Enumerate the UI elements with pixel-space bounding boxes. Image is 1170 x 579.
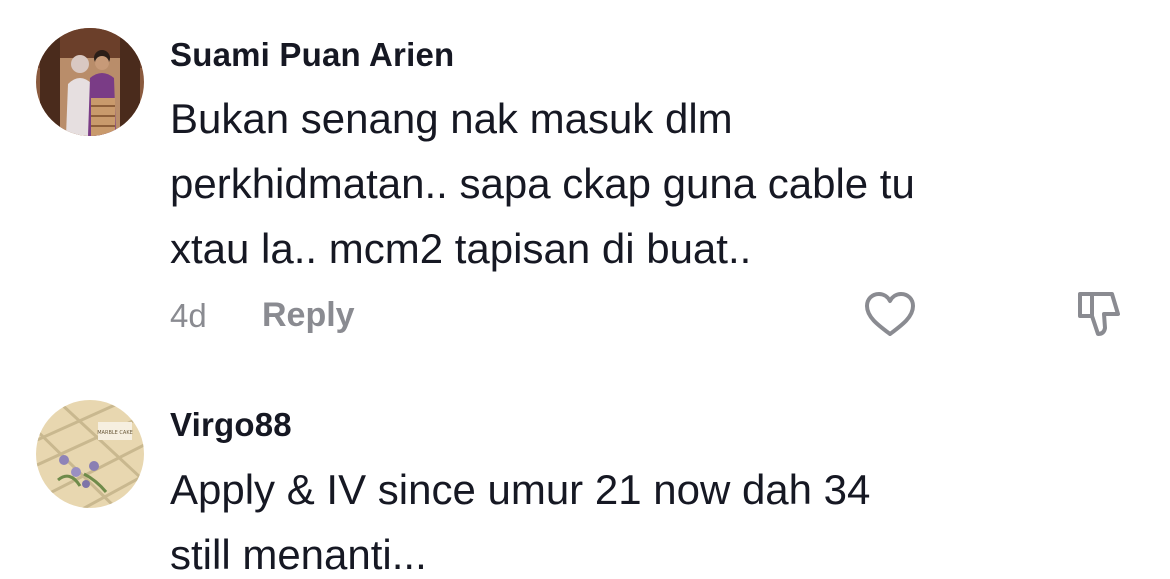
like-button[interactable]: [862, 290, 918, 340]
comment-text-line: still menanti...: [170, 531, 427, 578]
dislike-button[interactable]: [1074, 288, 1124, 340]
thumbs-down-icon: [1078, 292, 1120, 336]
comment-text-line: xtau la.. mcm2 tapisan di buat..: [170, 225, 752, 272]
comment-timestamp: 4d: [170, 297, 207, 334]
reply-button[interactable]: Reply: [262, 296, 355, 335]
comment-item: Suami Puan Arien Bukan senang nak masuk …: [0, 0, 1170, 360]
comment-text-line: Bukan senang nak masuk dlm: [170, 95, 733, 142]
comment-username[interactable]: Virgo88: [170, 406, 292, 444]
cake-photo-avatar-icon: MARBLE CAKE: [36, 400, 144, 508]
avatar-text: MARBLE CAKE: [97, 430, 133, 436]
avatar[interactable]: [36, 28, 144, 136]
comment-text-line: Apply & IV since umur 21 now dah 34: [170, 466, 871, 513]
avatar[interactable]: MARBLE CAKE: [36, 400, 144, 508]
comment-username[interactable]: Suami Puan Arien: [170, 36, 454, 74]
couple-photo-avatar-icon: [36, 28, 144, 136]
comment-item: MARBLE CAKE Virgo88 Apply & IV since umu…: [0, 360, 1170, 578]
heart-outline-icon: [865, 292, 915, 336]
comment-text-line: perkhidmatan.. sapa ckap guna cable tu: [170, 160, 915, 207]
